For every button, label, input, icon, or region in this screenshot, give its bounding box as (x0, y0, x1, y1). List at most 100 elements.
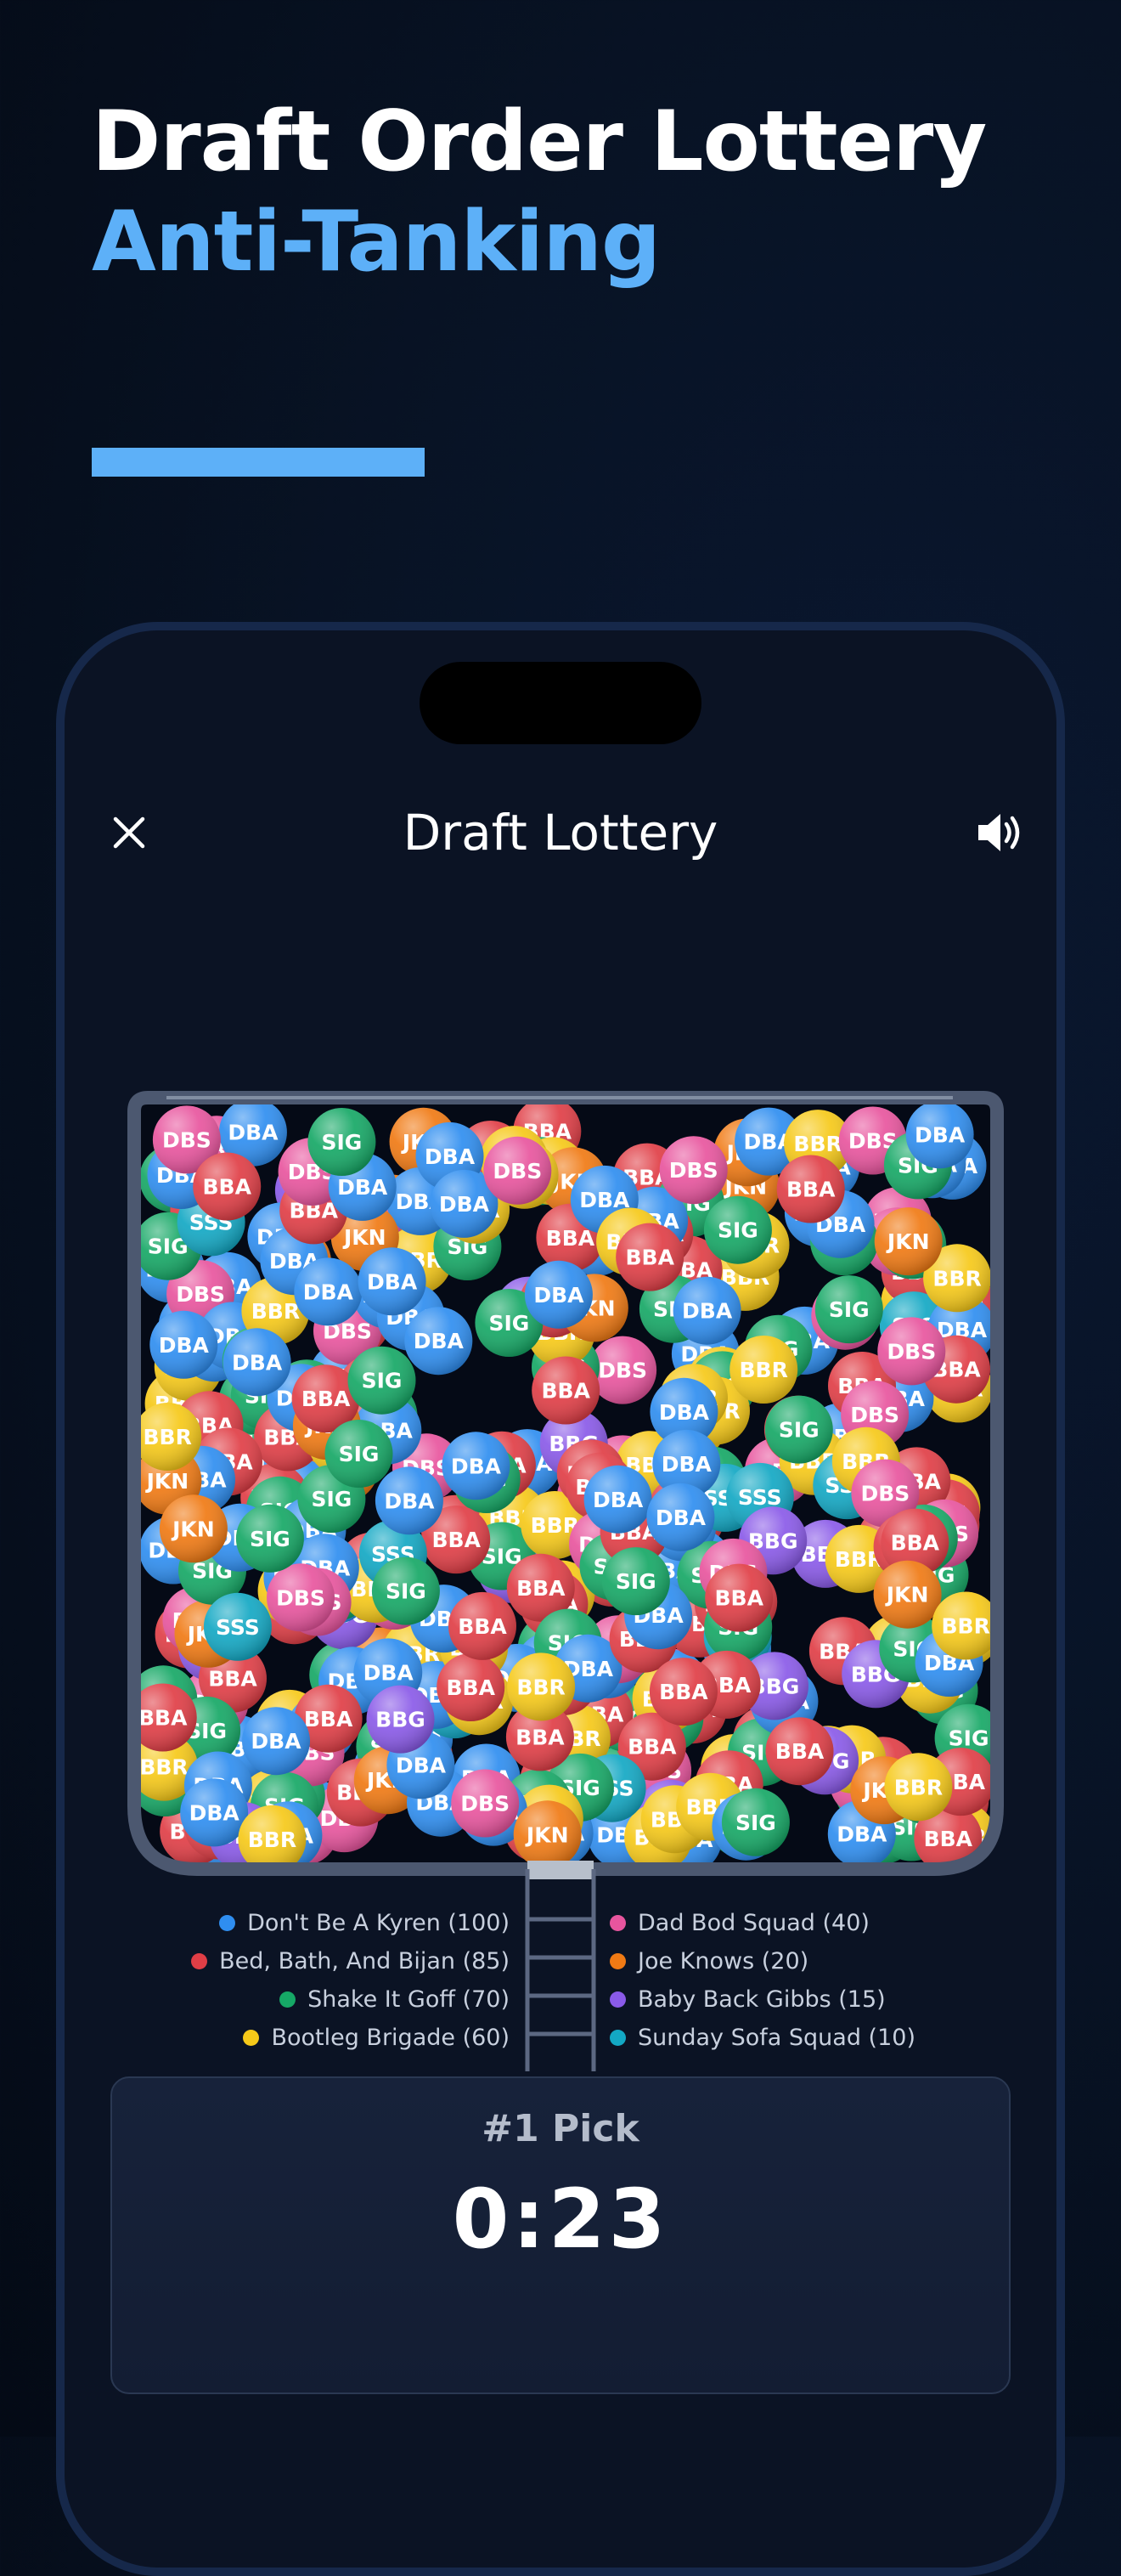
svg-text:BBR: BBR (139, 1755, 188, 1780)
svg-text:BBA: BBA (775, 1739, 825, 1764)
lottery-ball-bba: BBA (649, 1658, 718, 1726)
svg-text:BBA: BBA (891, 1531, 940, 1556)
legend-label: Sunday Sofa Squad (10) (638, 2024, 915, 2051)
svg-text:DBS: DBS (850, 1403, 899, 1427)
svg-text:BBA: BBA (714, 1586, 763, 1611)
lottery-ball-bbr: BBR (134, 1403, 202, 1471)
svg-text:JKN: JKN (145, 1469, 189, 1494)
lottery-ball-dba: DBA (358, 1247, 426, 1316)
svg-text:DBA: DBA (593, 1488, 644, 1512)
lottery-machine: SIGBBADBADBADBABBABBABBRBBABBADBSBBABBAB… (127, 1091, 1004, 2071)
legend-label: Baby Back Gibbs (15) (638, 1986, 886, 2013)
lottery-ball-bbr: BBR (729, 1336, 798, 1404)
svg-text:JKN: JKN (886, 1229, 930, 1254)
pick-timer: 0:23 (452, 2172, 669, 2267)
lottery-ball-jkn: JKN (513, 1800, 582, 1866)
svg-text:DBA: DBA (303, 1280, 354, 1304)
svg-text:BBA: BBA (541, 1379, 590, 1404)
svg-text:DBA: DBA (337, 1175, 388, 1200)
svg-text:BBA: BBA (625, 1246, 674, 1270)
svg-text:DBA: DBA (232, 1350, 283, 1375)
svg-text:SIG: SIG (779, 1418, 820, 1443)
lottery-ball-dba: DBA (442, 1432, 510, 1500)
svg-text:JKN: JKN (525, 1822, 569, 1847)
lottery-ball-dba: DBA (583, 1465, 652, 1534)
pick-label: #1 Pick (482, 2107, 639, 2150)
svg-text:SIG: SIG (488, 1311, 529, 1336)
lottery-ball-bba: BBA (193, 1152, 262, 1221)
legend-item-baby-back-gibbs: Baby Back Gibbs (15) (610, 1982, 886, 2016)
svg-text:BBR: BBR (516, 1675, 565, 1699)
svg-text:DBA: DBA (414, 1329, 465, 1353)
legend-item-dad-bod-squad: Dad Bod Squad (40) (610, 1906, 870, 1940)
lottery-ball-sig: SIG (721, 1788, 790, 1856)
svg-text:DBA: DBA (451, 1454, 502, 1478)
svg-text:BBA: BBA (301, 1387, 351, 1411)
svg-text:DBS: DBS (162, 1127, 211, 1152)
lottery-ball-jkn: JKN (873, 1560, 942, 1629)
svg-text:DBA: DBA (384, 1489, 435, 1513)
svg-text:BBA: BBA (924, 1827, 973, 1851)
svg-text:DBA: DBA (363, 1660, 414, 1685)
svg-text:BBA: BBA (202, 1175, 251, 1200)
svg-text:DBS: DBS (276, 1585, 325, 1610)
svg-text:DBS: DBS (887, 1339, 936, 1364)
lottery-ball-sig: SIG (324, 1420, 393, 1488)
svg-text:DBA: DBA (659, 1400, 710, 1425)
lottery-ball-bba: BBA (765, 1717, 834, 1786)
svg-text:SSS: SSS (216, 1615, 260, 1640)
lottery-ball-dba: DBA (905, 1101, 974, 1169)
svg-text:DBS: DBS (176, 1282, 225, 1307)
svg-text:DBA: DBA (837, 1822, 887, 1847)
svg-text:BBA: BBA (659, 1680, 708, 1704)
svg-text:SIG: SIG (321, 1130, 362, 1155)
legend-dot (191, 1952, 208, 1969)
lottery-ball-dba: DBA (180, 1778, 249, 1847)
svg-text:SIG: SIG (949, 1726, 989, 1751)
lottery-ball-dba: DBA (646, 1483, 715, 1551)
lottery-ball-sig: SIG (764, 1395, 833, 1464)
svg-text:SIG: SIG (616, 1569, 656, 1594)
legend-dot (610, 1991, 626, 2008)
svg-text:SSS: SSS (738, 1485, 782, 1510)
svg-text:BBG: BBG (375, 1708, 425, 1732)
svg-text:BBR: BBR (248, 1827, 296, 1852)
lottery-ball-dba: DBA (524, 1260, 593, 1329)
lottery-ball-dba: DBA (294, 1257, 363, 1326)
svg-text:BBA: BBA (458, 1614, 507, 1639)
svg-text:SIG: SIG (250, 1527, 290, 1551)
lottery-ball-dbs: DBS (659, 1136, 728, 1205)
lottery-ball-bba: BBA (616, 1223, 684, 1291)
svg-text:BBA: BBA (446, 1675, 495, 1700)
lottery-ball-dbs: DBS (483, 1136, 552, 1205)
lottery-ball-jkn: JKN (159, 1494, 228, 1563)
svg-text:DBS: DBS (460, 1792, 510, 1816)
lottery-ball-bba: BBA (448, 1591, 516, 1660)
lottery-ball-bba: BBA (532, 1356, 600, 1425)
lottery-ball-bbg: BBG (366, 1685, 435, 1754)
svg-text:DBA: DBA (533, 1283, 584, 1308)
legend-label: Joe Knows (20) (638, 1947, 809, 1974)
svg-text:BBA: BBA (516, 1576, 566, 1601)
svg-text:DBS: DBS (669, 1158, 718, 1183)
svg-text:SIG: SIG (311, 1487, 352, 1511)
lottery-ball-dba: DBA (242, 1707, 310, 1776)
svg-text:BBR: BBR (793, 1132, 842, 1156)
legend-item-dont-be-a-kyren: Don't Be A Kyren (100) (219, 1906, 510, 1940)
svg-text:BBA: BBA (546, 1226, 595, 1251)
lottery-ball-bbr: BBR (884, 1753, 953, 1822)
svg-text:BBA: BBA (628, 1735, 677, 1760)
svg-text:SIG: SIG (718, 1218, 758, 1243)
lottery-ball-jkn: JKN (874, 1207, 943, 1276)
legend-item-sunday-sofa-squad: Sunday Sofa Squad (10) (610, 2020, 915, 2054)
lottery-ball-sig: SIG (703, 1195, 772, 1264)
lottery-ball-bba: BBA (437, 1653, 505, 1721)
svg-text:BBA: BBA (304, 1707, 353, 1731)
svg-text:DBS: DBS (493, 1159, 542, 1183)
svg-text:SIG: SIG (386, 1579, 426, 1604)
svg-text:JKN: JKN (885, 1583, 929, 1607)
lottery-ball-sig: SIG (814, 1275, 883, 1344)
lottery-ball-dba: DBA (223, 1328, 291, 1397)
lottery-ball-sig: SIG (235, 1504, 304, 1573)
lottery-ball-dbs: DBS (877, 1317, 946, 1386)
